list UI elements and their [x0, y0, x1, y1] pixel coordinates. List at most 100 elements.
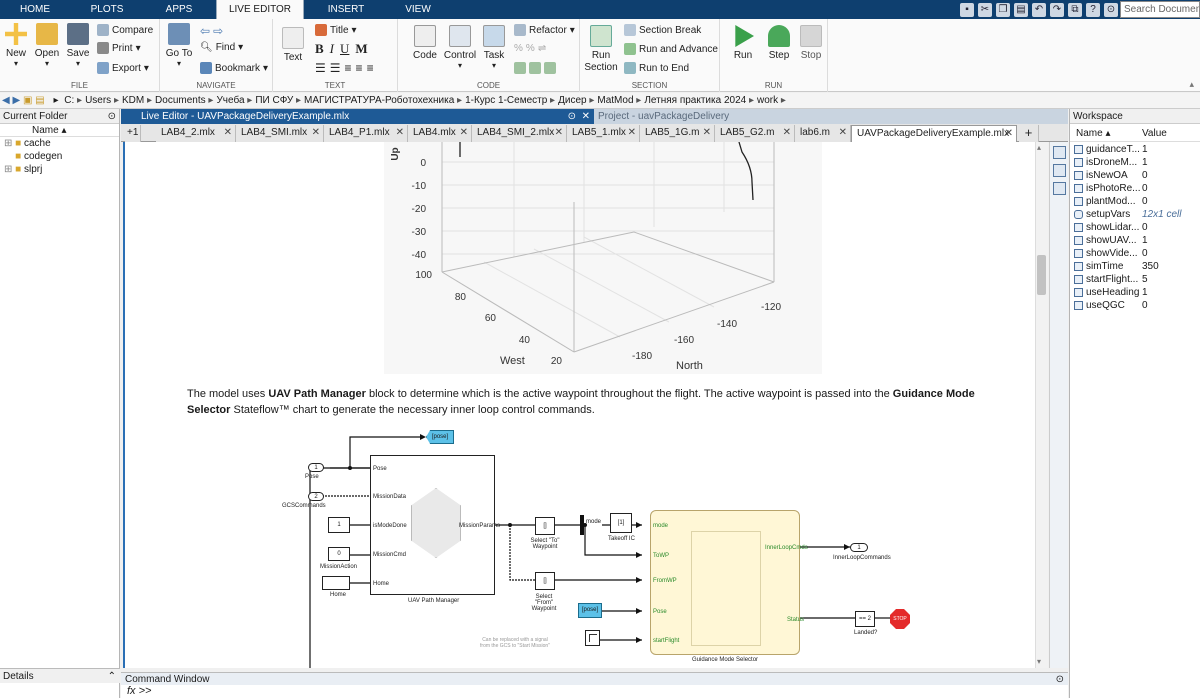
switch-windows-icon[interactable]: ⧉	[1068, 2, 1082, 17]
section-break-button[interactable]: Section Break	[624, 24, 701, 36]
stop-simulation-block[interactable]: STOP	[890, 609, 910, 629]
close-icon[interactable]: ✕	[396, 125, 404, 141]
breadcrumb-segment[interactable]: Учеба	[216, 95, 244, 106]
expand-icon[interactable]: ⊞	[4, 138, 12, 149]
export-button[interactable]: Export ▾	[97, 62, 149, 74]
control-button[interactable]: Control ▾	[442, 25, 478, 70]
browse-folder-icon[interactable]: ▤	[35, 95, 44, 106]
takeoff-ic-block[interactable]: [1]	[610, 513, 632, 533]
editor-scrollbar-thumb[interactable]	[1037, 255, 1046, 295]
workspace-variable-row[interactable]: isDroneM... 1	[1070, 156, 1200, 169]
folder-item-cache[interactable]: ⊞ ■ cache	[0, 137, 119, 150]
run-to-end-button[interactable]: Run to End	[624, 62, 689, 74]
close-icon[interactable]: ✕	[628, 125, 636, 141]
workspace-variable-row[interactable]: useQGC 0	[1070, 299, 1200, 312]
inport-pose[interactable]: 1	[308, 463, 324, 472]
monospace-button[interactable]: M	[355, 41, 367, 57]
workspace-variable-row[interactable]: plantMod... 0	[1070, 195, 1200, 208]
workspace-variable-row[interactable]: startFlight... 5	[1070, 273, 1200, 286]
output-inline-icon[interactable]	[1053, 164, 1066, 177]
name-column-header[interactable]: Name ▴	[0, 124, 119, 137]
compare-to-constant-block[interactable]: == 2	[855, 611, 875, 627]
doc-tab[interactable]: LAB4_2.mlx ✕	[156, 125, 236, 142]
goto-button[interactable]: Go To ▾	[164, 23, 194, 68]
bookmark-button[interactable]: Bookmark ▾	[200, 62, 268, 74]
value-column-header[interactable]: Value	[1142, 127, 1167, 140]
close-icon[interactable]: ✕	[703, 125, 711, 141]
workspace-variable-row[interactable]: simTime 350	[1070, 260, 1200, 273]
close-icon[interactable]: ✕	[1005, 126, 1013, 142]
select-from-waypoint-block[interactable]: []	[535, 572, 555, 590]
scroll-down-arrow-icon[interactable]: ▾	[1037, 657, 1041, 666]
doc-tab[interactable]: LAB4_SMI.mlx ✕	[236, 125, 324, 142]
tab-apps[interactable]: APPS	[144, 0, 214, 19]
breadcrumb-segment[interactable]: Дисер	[558, 95, 586, 106]
compare-button[interactable]: Compare	[97, 24, 153, 36]
close-icon[interactable]: ✕	[460, 125, 468, 141]
align-right-icon[interactable]: ≡	[367, 61, 374, 75]
breadcrumb-segment[interactable]: Летняя практика 2024	[644, 95, 746, 106]
close-icon[interactable]: ✕	[224, 125, 232, 141]
bullet-list-icon[interactable]: ☰	[315, 61, 326, 75]
doc-tab[interactable]: LAB4.mlx ✕	[408, 125, 472, 142]
bus-selector-block[interactable]	[580, 515, 584, 535]
bold-button[interactable]: B	[315, 41, 324, 57]
close-icon[interactable]: ✕	[839, 125, 847, 141]
inport-gcs[interactable]: 2	[308, 492, 324, 501]
open-button[interactable]: Open ▾	[34, 23, 60, 68]
back-icon[interactable]: ◀	[2, 95, 10, 106]
step-button[interactable]: Step	[766, 25, 792, 61]
pose-goto-tag[interactable]: [pose]	[426, 430, 454, 444]
numbered-list-icon[interactable]: ☰	[330, 61, 341, 75]
forward-icon[interactable]: ▶	[12, 95, 20, 106]
help-icon[interactable]: ?	[1086, 2, 1100, 17]
doc-tab[interactable]: lab6.m ✕	[795, 125, 851, 142]
doc-tab[interactable]: LAB5_G2.m ✕	[715, 125, 795, 142]
breadcrumb-segment[interactable]: work	[757, 95, 778, 106]
doc-tab[interactable]: LAB4_P1.mlx ✕	[324, 125, 408, 142]
find-button[interactable]: 🔍︎ Find ▾	[200, 42, 243, 53]
tab-view[interactable]: VIEW	[388, 0, 448, 19]
breadcrumb-segment[interactable]: МАГИСТРАТУРА-Роботохехника	[304, 95, 454, 106]
unit-delay-block[interactable]: 1	[328, 517, 350, 533]
tab-home[interactable]: HOME	[0, 0, 70, 19]
hide-code-icon[interactable]	[1053, 182, 1066, 195]
breadcrumb-segment[interactable]: Documents	[155, 95, 206, 106]
back-forward-buttons[interactable]: ⇦ ⇨	[200, 24, 223, 38]
workspace-variable-row[interactable]: showVide... 0	[1070, 247, 1200, 260]
task-button[interactable]: Task ▾	[482, 25, 506, 70]
italic-button[interactable]: I	[330, 41, 334, 57]
workspace-variable-row[interactable]: guidanceT... 1	[1070, 143, 1200, 156]
minimize-icon[interactable]: ⊙	[568, 109, 576, 124]
run-section-button[interactable]: Run Section	[584, 25, 618, 74]
folder-item-slprj[interactable]: ⊞ ■ slprj	[0, 163, 119, 176]
align-left-icon[interactable]: ≡	[345, 61, 352, 75]
print-button[interactable]: Print ▾	[97, 42, 141, 54]
underline-button[interactable]: U	[340, 41, 349, 57]
breadcrumb-segment[interactable]: KDM	[122, 95, 144, 106]
run-advance-button[interactable]: Run and Advance	[624, 43, 718, 55]
output-right-icon[interactable]	[1053, 146, 1066, 159]
run-button[interactable]: Run	[730, 25, 756, 61]
close-icon[interactable]: ✕	[783, 125, 791, 141]
command-prompt[interactable]: fx >>	[121, 685, 1068, 698]
close-icon[interactable]: ✕	[312, 125, 320, 141]
breadcrumb-segment[interactable]: Users	[85, 95, 111, 106]
paste-icon[interactable]: ▤	[1014, 2, 1028, 17]
new-button[interactable]: New ▾	[4, 23, 28, 68]
comment-buttons[interactable]: %% ⇌	[514, 43, 546, 54]
workspace-variable-row[interactable]: showUAV... 1	[1070, 234, 1200, 247]
close-icon[interactable]: ✕	[582, 109, 590, 124]
text-button[interactable]: Text	[281, 27, 305, 63]
step-block[interactable]	[585, 630, 600, 646]
workspace-variable-row[interactable]: isPhotoRe... 0	[1070, 182, 1200, 195]
uav-path-manager-block[interactable]: Pose MissionData isModeDone MissionCmd H…	[370, 455, 500, 595]
editor-scrollbar[interactable]	[1035, 142, 1048, 668]
workspace-variable-row[interactable]: useHeading 1	[1070, 286, 1200, 299]
doc-tab-active[interactable]: UAVPackageDeliveryExample.mlx ✕	[851, 125, 1017, 142]
guidance-mode-selector-block[interactable]: mode ToWP FromWP Pose startFlight InnerL…	[650, 510, 808, 655]
redo-icon[interactable]: ↷	[1050, 2, 1064, 17]
details-panel[interactable]: Details ⌃	[0, 668, 120, 683]
expand-up-icon[interactable]: ⌃	[108, 669, 116, 684]
breadcrumb-segment[interactable]: ПИ СФУ	[255, 95, 293, 106]
